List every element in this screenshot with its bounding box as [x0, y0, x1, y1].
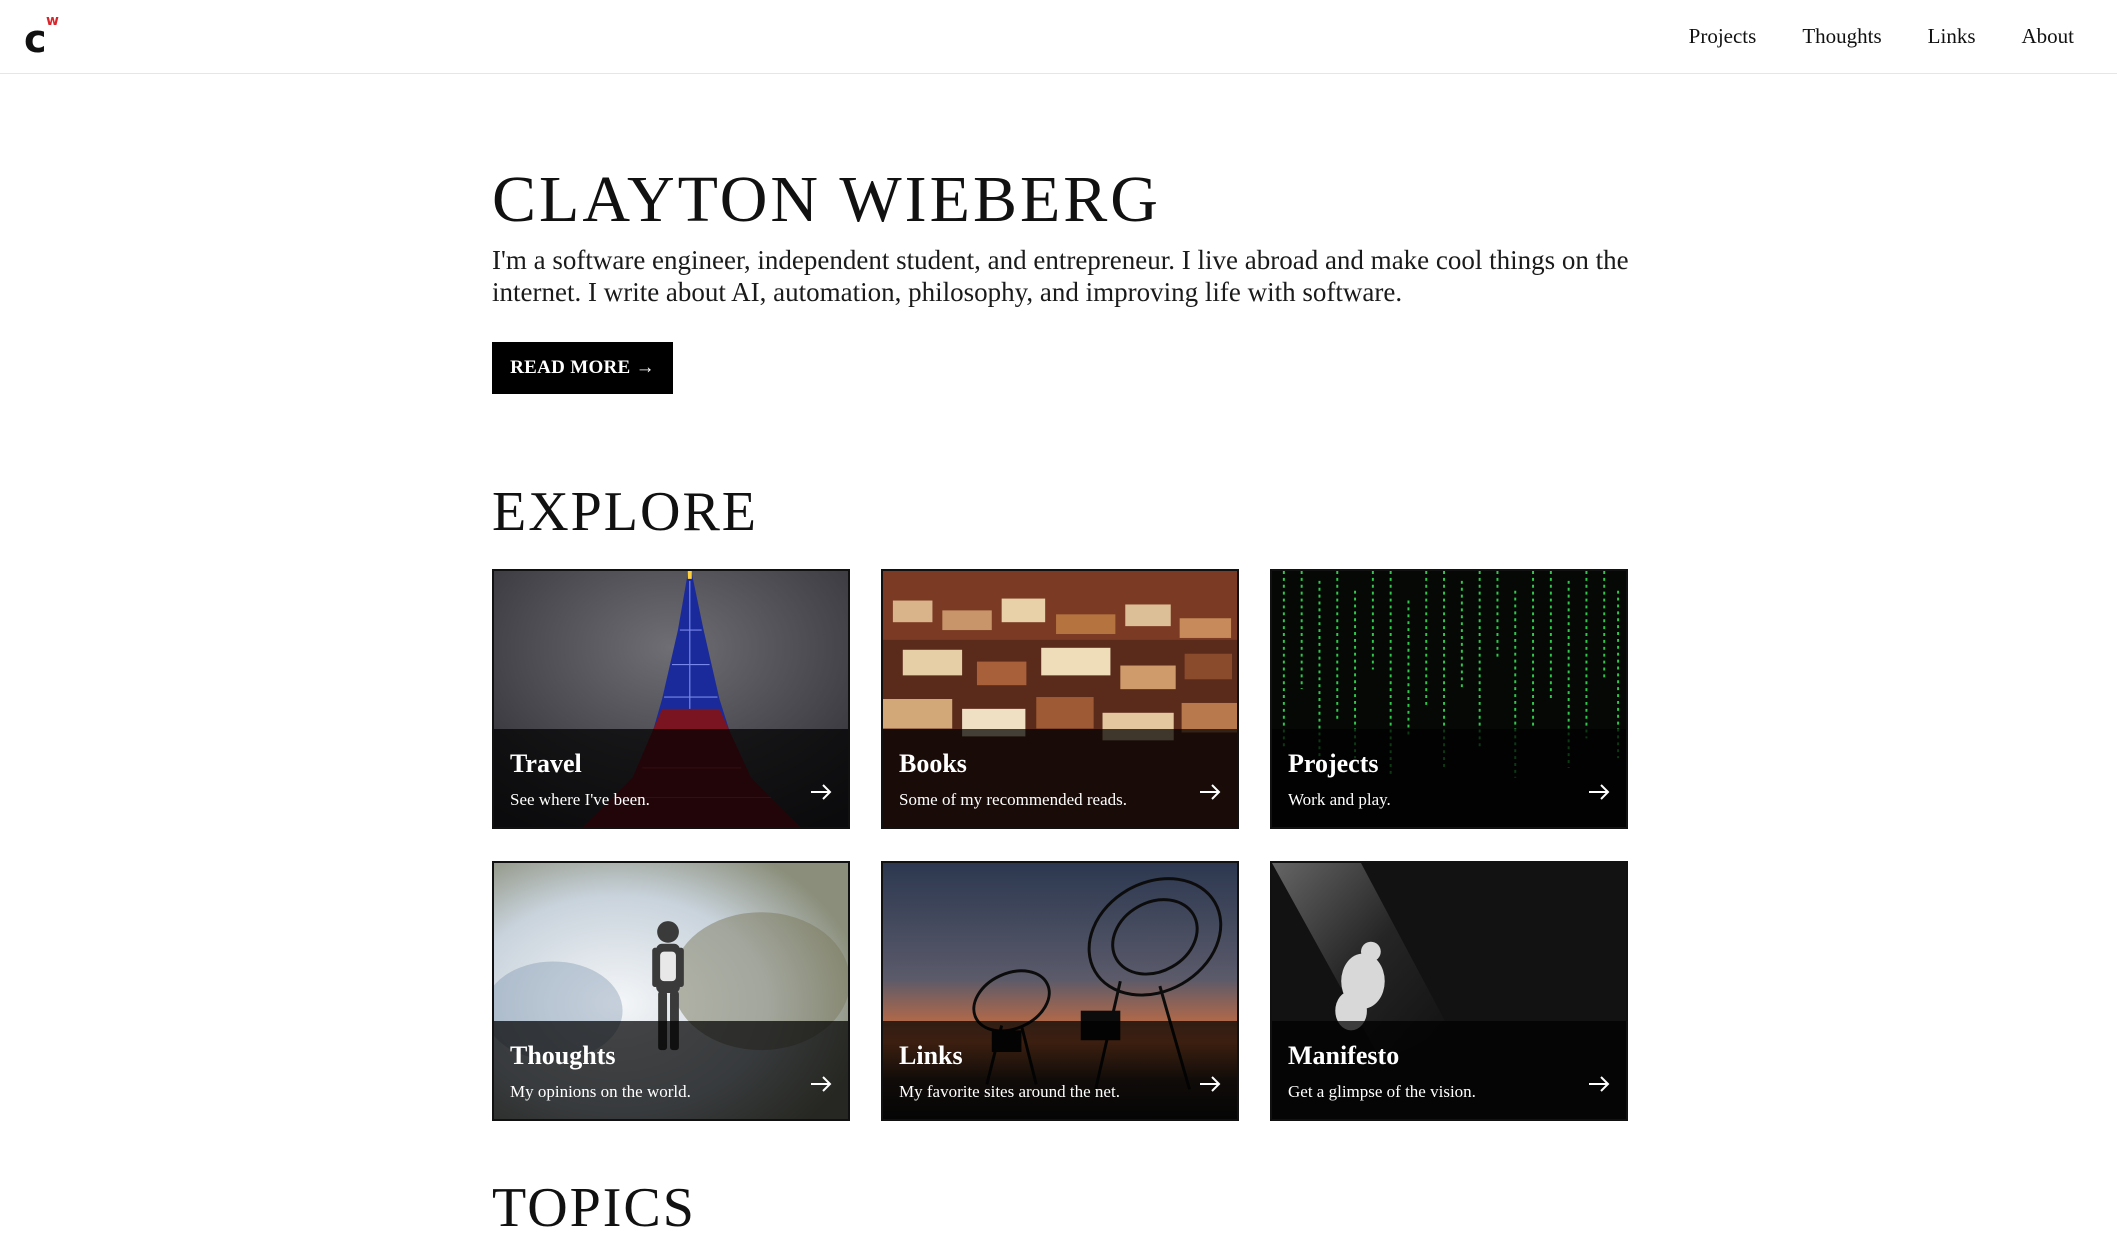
main-nav: Projects Thoughts Links About	[1666, 22, 2097, 50]
intro-text: I'm a software engineer, independent stu…	[492, 245, 1629, 307]
site-header: c w Projects Thoughts Links About	[0, 0, 2117, 74]
site-logo[interactable]: c w	[24, 13, 68, 58]
arrow-right-icon	[1589, 1076, 1610, 1092]
logo-letter: c	[24, 17, 47, 61]
card-title: Books	[899, 749, 967, 778]
arrow-right-icon	[1589, 784, 1610, 800]
card-title: Projects	[1288, 749, 1379, 778]
card-travel[interactable]: Travel See where I've been.	[492, 569, 850, 829]
card-subtitle: See where I've been.	[510, 790, 650, 809]
card-caption: Books Some of my recommended reads.	[883, 729, 1237, 827]
nav-link-projects[interactable]: Projects	[1666, 22, 1780, 50]
arrow-right-icon	[811, 1076, 832, 1092]
card-title: Links	[899, 1041, 963, 1070]
nav-link-about[interactable]: About	[1999, 22, 2098, 50]
card-title: Manifesto	[1288, 1041, 1400, 1070]
nav-link-thoughts[interactable]: Thoughts	[1779, 22, 1904, 50]
read-more-button[interactable]: READ MORE →	[492, 342, 673, 394]
card-caption: Links My favorite sites around the net.	[883, 1021, 1237, 1119]
card-thoughts[interactable]: Thoughts My opinions on the world.	[492, 861, 850, 1121]
card-caption: Travel See where I've been.	[494, 729, 848, 827]
arrow-right-icon	[1200, 1076, 1221, 1092]
card-subtitle: My opinions on the world.	[510, 1082, 691, 1101]
card-subtitle: My favorite sites around the net.	[899, 1082, 1120, 1101]
card-projects[interactable]: Projects Work and play.	[1270, 569, 1628, 829]
nav-link-links[interactable]: Links	[1905, 22, 1999, 50]
page-title: CLAYTON WIEBERG	[492, 163, 1161, 236]
card-title: Thoughts	[510, 1041, 616, 1070]
arrow-right-icon	[1200, 784, 1221, 800]
card-caption: Projects Work and play.	[1272, 729, 1626, 827]
card-caption: Manifesto Get a glimpse of the vision.	[1272, 1021, 1626, 1119]
card-manifesto[interactable]: Manifesto Get a glimpse of the vision.	[1270, 861, 1628, 1121]
arrow-right-icon	[811, 784, 832, 800]
card-subtitle: Get a glimpse of the vision.	[1288, 1082, 1476, 1101]
card-books[interactable]: Books Some of my recommended reads.	[881, 569, 1239, 829]
logo-superscript: w	[46, 13, 59, 29]
card-subtitle: Some of my recommended reads.	[899, 790, 1128, 809]
explore-heading: EXPLORE	[492, 481, 758, 543]
card-links[interactable]: Links My favorite sites around the net.	[881, 861, 1239, 1121]
card-subtitle: Work and play.	[1288, 790, 1391, 809]
card-caption: Thoughts My opinions on the world.	[494, 1021, 848, 1119]
topics-heading: TOPICS	[492, 1177, 696, 1239]
card-title: Travel	[510, 749, 582, 778]
